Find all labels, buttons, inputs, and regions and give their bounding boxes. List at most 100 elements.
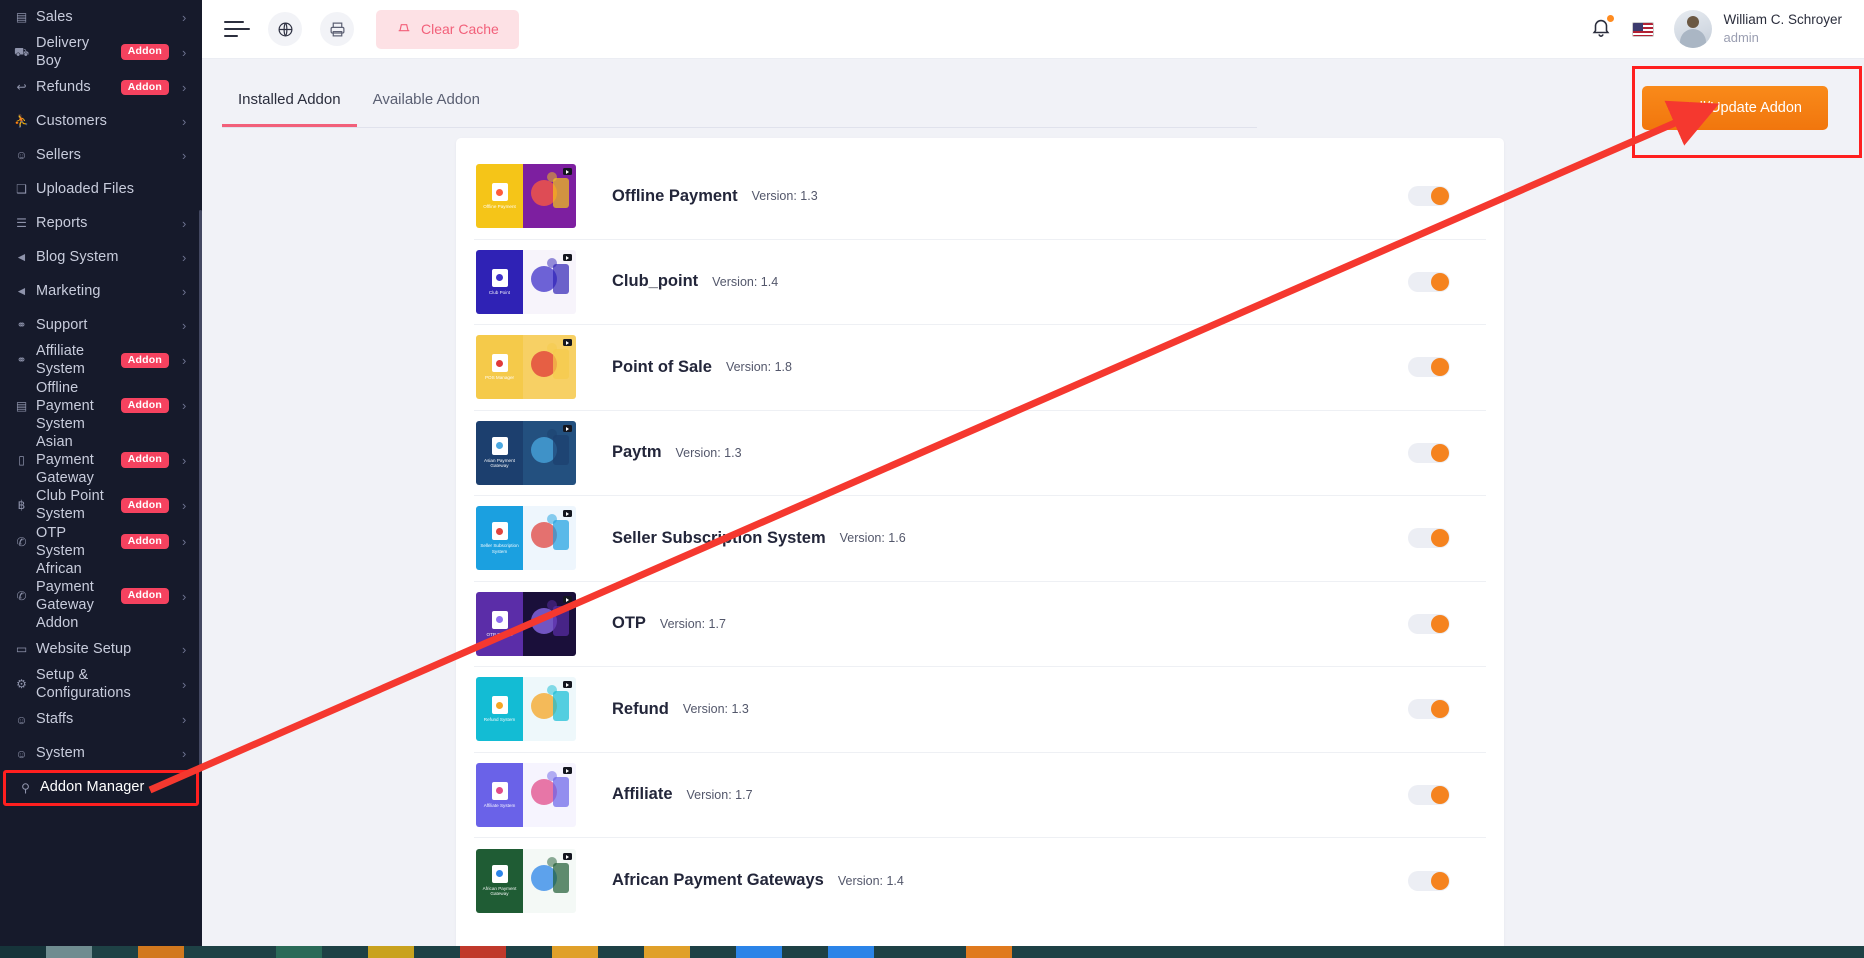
- toggle-knob: [1431, 444, 1449, 462]
- addon-badge: Addon: [121, 534, 169, 550]
- user-menu[interactable]: William C. Schroyer admin: [1674, 10, 1842, 48]
- taskbar-item[interactable]: [138, 946, 184, 958]
- sidebar-item-support[interactable]: ⚭Support›: [0, 308, 202, 342]
- taskbar-item[interactable]: [966, 946, 1012, 958]
- tab-installed-addon[interactable]: Installed Addon: [222, 77, 357, 127]
- toggle-knob: [1431, 358, 1449, 376]
- hamburger-icon[interactable]: [224, 18, 250, 40]
- sidebar-item-reports[interactable]: ☰Reports›: [0, 206, 202, 240]
- sidebar-item-african-payment-gateway-addon[interactable]: ✆African Payment Gateway AddonAddon›: [0, 560, 202, 633]
- addon-badge: Addon: [121, 44, 169, 60]
- sidebar-item-label: Marketing: [36, 282, 169, 300]
- addon-name: OTP: [612, 614, 646, 633]
- sidebar-item-marketing[interactable]: ◄Marketing›: [0, 274, 202, 308]
- sidebar-item-blog-system[interactable]: ◄Blog System›: [0, 240, 202, 274]
- addon-row: Refund SystemRefundVersion: 1.3: [474, 667, 1486, 753]
- addon-badge: Addon: [121, 80, 169, 96]
- taskbar-item[interactable]: [92, 946, 138, 958]
- sidebar-item-sales[interactable]: ▤Sales›: [0, 0, 202, 34]
- addon-enable-toggle[interactable]: [1408, 785, 1450, 805]
- main-content: Installed AddonAvailable Addon Install/U…: [202, 59, 1864, 958]
- taskbar-item[interactable]: [598, 946, 644, 958]
- taskbar-item[interactable]: [460, 946, 506, 958]
- addon-enable-toggle[interactable]: [1408, 871, 1450, 891]
- taskbar-item[interactable]: [874, 946, 920, 958]
- chevron-right-icon: ›: [182, 642, 190, 657]
- sidebar-item-label: Club Point System: [36, 487, 114, 523]
- chevron-right-icon: ›: [182, 114, 190, 129]
- addon-name: Paytm: [612, 443, 662, 462]
- addon-enable-toggle[interactable]: [1408, 528, 1450, 548]
- sidebar-item-asian-payment-gateway[interactable]: ▯Asian Payment GatewayAddon›: [0, 433, 202, 487]
- chevron-right-icon: ›: [182, 45, 190, 60]
- sidebar-item-staffs[interactable]: ☺Staffs›: [0, 703, 202, 737]
- sidebar-item-affiliate-system[interactable]: ⚭Affiliate SystemAddon›: [0, 342, 202, 378]
- chevron-right-icon: ›: [182, 498, 190, 513]
- sidebar-item-offline-payment-system[interactable]: ▤Offline Payment SystemAddon›: [0, 379, 202, 433]
- addon-version: Version: 1.7: [687, 788, 753, 802]
- taskbar-item[interactable]: [276, 946, 322, 958]
- clear-cache-button[interactable]: Clear Cache: [376, 10, 519, 49]
- card-icon: ▤: [14, 400, 29, 412]
- print-icon[interactable]: [320, 12, 354, 46]
- addon-thumbnail: Club Point: [476, 250, 576, 314]
- sidebar-item-otp-system[interactable]: ✆OTP SystemAddon›: [0, 524, 202, 560]
- taskbar-item[interactable]: [552, 946, 598, 958]
- taskbar-item[interactable]: [46, 946, 92, 958]
- taskbar-item[interactable]: [828, 946, 874, 958]
- taskbar-item[interactable]: [690, 946, 736, 958]
- sidebar-item-club-point-system[interactable]: ฿Club Point SystemAddon›: [0, 487, 202, 523]
- bell-icon[interactable]: [1590, 16, 1612, 43]
- addon-enable-toggle[interactable]: [1408, 186, 1450, 206]
- sidebar-item-website-setup[interactable]: ▭Website Setup›: [0, 632, 202, 666]
- chevron-right-icon: ›: [182, 677, 190, 692]
- tab-available-addon[interactable]: Available Addon: [357, 77, 496, 127]
- taskbar-item[interactable]: [0, 946, 46, 958]
- taskbar-item[interactable]: [644, 946, 690, 958]
- taskbar-item[interactable]: [506, 946, 552, 958]
- us-flag-icon[interactable]: [1632, 22, 1654, 37]
- sidebar-item-label: Sales: [36, 8, 169, 26]
- sidebar-item-label: Offline Payment System: [36, 379, 114, 433]
- file-icon: ❑: [14, 183, 29, 195]
- avatar: [1674, 10, 1712, 48]
- toggle-knob: [1431, 273, 1449, 291]
- addon-version: Version: 1.8: [726, 360, 792, 374]
- addon-name: Club_point: [612, 272, 698, 291]
- addon-row: Offline PaymentOffline PaymentVersion: 1…: [474, 154, 1486, 240]
- addon-enable-toggle[interactable]: [1408, 699, 1450, 719]
- chevron-right-icon: ›: [182, 216, 190, 231]
- install-update-addon-button[interactable]: Install/Update Addon: [1642, 86, 1828, 130]
- sidebar-item-addon-manager[interactable]: ⚲Addon Manager: [4, 771, 198, 805]
- taskbar-item[interactable]: [736, 946, 782, 958]
- sidebar-item-sellers[interactable]: ☺Sellers›: [0, 138, 202, 172]
- taskbar-item[interactable]: [782, 946, 828, 958]
- sidebar-item-system[interactable]: ☺System›: [0, 737, 202, 771]
- addon-enable-toggle[interactable]: [1408, 443, 1450, 463]
- chevron-right-icon: ›: [182, 318, 190, 333]
- sidebar-item-label: OTP System: [36, 524, 114, 560]
- sidebar-item-customers[interactable]: ⛹Customers›: [0, 104, 202, 138]
- sidebar-item-delivery-boy[interactable]: ⛟Delivery BoyAddon›: [0, 34, 202, 70]
- taskbar-item[interactable]: [322, 946, 368, 958]
- sidebar-item-refunds[interactable]: ↩RefundsAddon›: [0, 70, 202, 104]
- topbar-right-group: William C. Schroyer admin: [1590, 10, 1864, 48]
- taskbar-item[interactable]: [414, 946, 460, 958]
- sidebar-nav-list: ▤Sales›⛟Delivery BoyAddon›↩RefundsAddon›…: [0, 0, 202, 805]
- taskbar-item[interactable]: [368, 946, 414, 958]
- sidebar-item-setup-configurations[interactable]: ⚙Setup & Configurations›: [0, 666, 202, 702]
- user-role: admin: [1723, 30, 1842, 47]
- addon-thumbnail: POS Manager: [476, 335, 576, 399]
- taskbar-item[interactable]: [184, 946, 230, 958]
- sidebar-item-uploaded-files[interactable]: ❑Uploaded Files: [0, 172, 202, 206]
- top-bar: Clear Cache William C. Schroyer admin: [202, 0, 1864, 59]
- addon-enable-toggle[interactable]: [1408, 272, 1450, 292]
- addon-enable-toggle[interactable]: [1408, 357, 1450, 377]
- taskbar-item[interactable]: [920, 946, 966, 958]
- bitcoin-icon: ฿: [14, 499, 29, 511]
- addon-name: Affiliate: [612, 785, 673, 804]
- addon-enable-toggle[interactable]: [1408, 614, 1450, 634]
- taskbar-item[interactable]: [230, 946, 276, 958]
- megaphone-icon: ◄: [14, 285, 29, 297]
- globe-icon[interactable]: [268, 12, 302, 46]
